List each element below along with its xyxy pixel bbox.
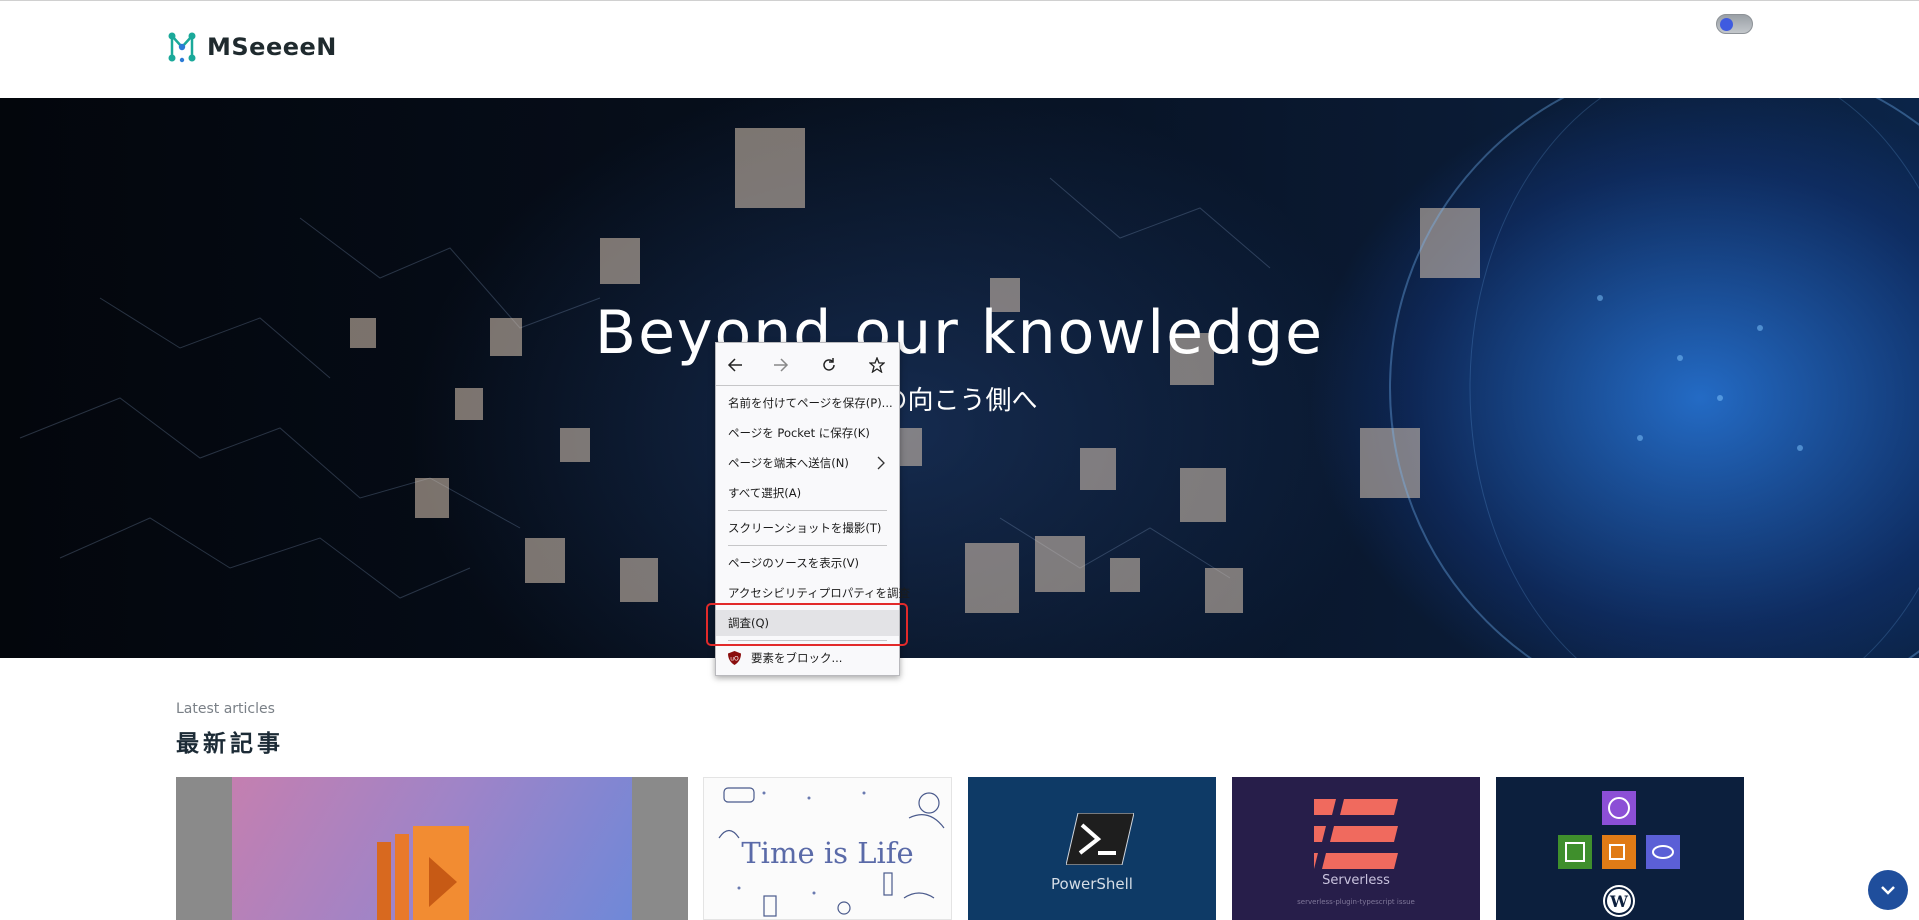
hero-subtitle: の向こう側へ <box>881 386 1038 416</box>
network-background <box>19 98 1919 658</box>
menu-item-label: ページを端末へ送信(N) <box>728 456 849 470</box>
hero-banner: Beyond our knowledge の向こう側へ <box>0 98 1919 658</box>
menu-item-label: 要素をブロック... <box>751 651 843 665</box>
reload-button[interactable] <box>818 354 840 376</box>
svg-text:W: W <box>1609 892 1629 911</box>
ublock-shield-icon: uO <box>728 651 741 665</box>
aws-lambda-icon <box>377 826 469 920</box>
aws-wordpress-card[interactable]: W <box>1496 777 1744 920</box>
menu-item-label: すべて選択(A) <box>728 486 802 500</box>
bookmark-button[interactable] <box>866 354 888 376</box>
time-is-life-card[interactable]: Time is Life <box>703 777 952 920</box>
card-title: Serverless <box>1322 873 1390 888</box>
menu-item-select-all[interactable]: すべて選択(A) <box>716 480 899 506</box>
menu-item-block-element[interactable]: uO 要素をブロック... <box>716 645 899 671</box>
back-icon <box>727 358 742 372</box>
menu-separator <box>728 545 887 546</box>
menu-item-label: アクセシビリティプロパティを調査 <box>728 586 911 600</box>
serverless-card[interactable]: Serverless serverless-plugin-typescript … <box>1232 777 1480 920</box>
menu-item-view-source[interactable]: ページのソースを表示(V) <box>716 550 899 576</box>
forward-icon <box>774 358 789 372</box>
forward-button[interactable] <box>770 354 792 376</box>
menu-item-save-page[interactable]: 名前を付けてページを保存(P)... <box>716 390 899 416</box>
chevron-down-icon <box>1881 886 1895 895</box>
menu-item-save-pocket[interactable]: ページを Pocket に保存(K) <box>716 420 899 446</box>
menu-item-screenshot[interactable]: スクリーンショットを撮影(T) <box>716 515 899 541</box>
logo-mark-icon <box>168 32 196 63</box>
aws-services-icon: W <box>1558 791 1680 917</box>
theme-toggle[interactable] <box>1716 14 1753 34</box>
menu-item-label: ページのソースを表示(V) <box>728 556 860 570</box>
menu-item-label: 名前を付けてページを保存(P)... <box>728 396 893 410</box>
menu-item-label: スクリーンショットを撮影(T) <box>728 521 882 535</box>
latest-articles-title: 最新記事 <box>176 731 284 757</box>
menu-item-label: ページを Pocket に保存(K) <box>728 426 870 440</box>
card-title: Time is Life <box>741 836 914 870</box>
annotation-highlight-box <box>706 603 908 646</box>
hero-title: Beyond our knowledge <box>594 298 1325 368</box>
powershell-icon <box>1066 813 1134 865</box>
serverless-logo-icon <box>1314 799 1398 869</box>
reload-icon <box>823 358 835 371</box>
bookmark-star-icon <box>869 357 885 373</box>
logo-text: MSeeeeN <box>207 33 337 61</box>
card-subtitle: serverless-plugin-typescript issue <box>1297 898 1415 906</box>
site-logo[interactable]: MSeeeeN <box>167 31 337 63</box>
aws-lambda-card[interactable] <box>176 777 688 920</box>
chevron-right-icon <box>877 456 885 470</box>
scroll-down-button[interactable] <box>1868 870 1908 910</box>
latest-articles-kicker: Latest articles <box>176 701 275 717</box>
svg-text:uO: uO <box>730 656 739 663</box>
menu-item-send-to-device[interactable]: ページを端末へ送信(N) <box>716 450 899 476</box>
card-thumbnail <box>232 777 632 920</box>
back-button[interactable] <box>724 354 746 376</box>
powershell-card[interactable]: PowerShell <box>968 777 1216 920</box>
theme-toggle-knob <box>1720 18 1733 31</box>
site-header: MSeeeeN <box>0 1 1919 97</box>
card-title: PowerShell <box>1051 875 1133 893</box>
menu-separator <box>728 510 887 511</box>
menu-separator <box>716 385 899 386</box>
